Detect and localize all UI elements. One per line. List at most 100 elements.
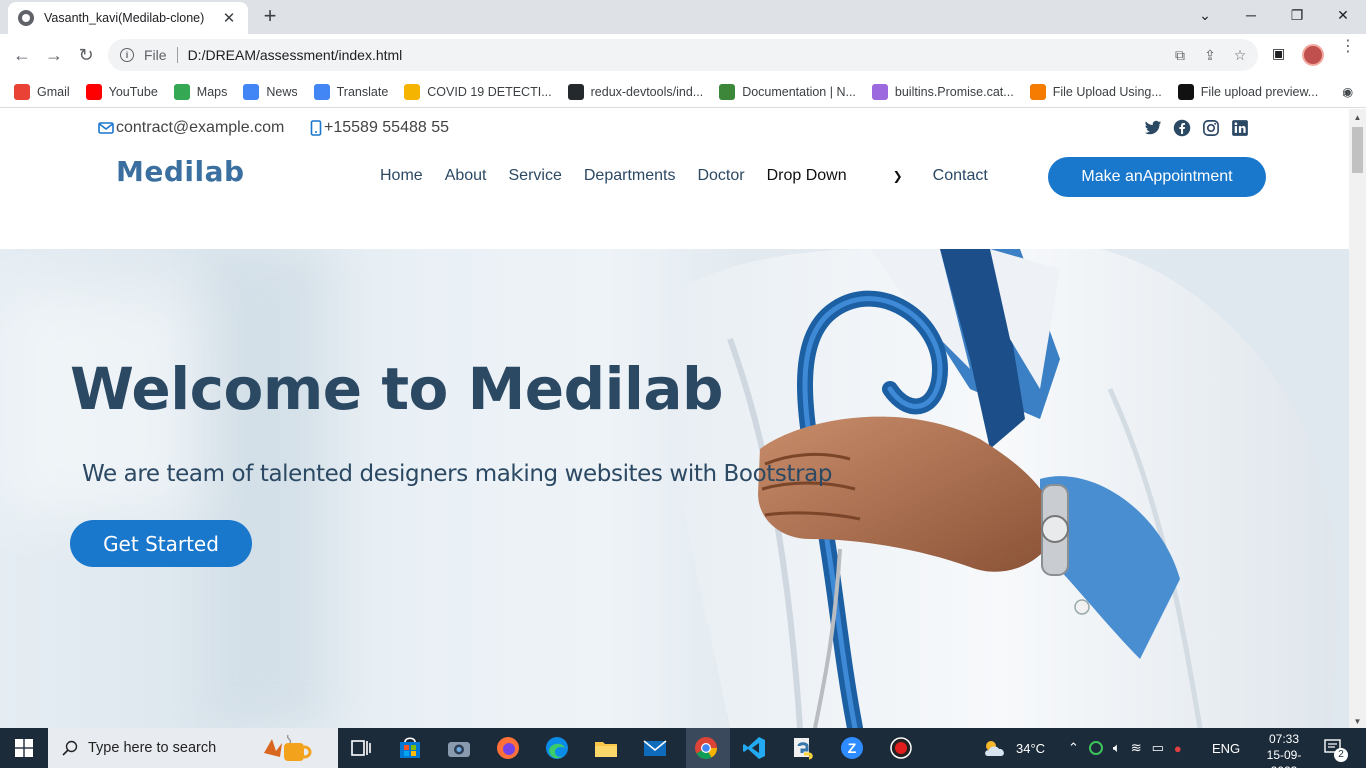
site-logo[interactable]: Medilab [116,155,245,188]
scroll-thumb[interactable] [1352,127,1363,173]
instagram-icon[interactable] [1202,119,1220,137]
notifications-button[interactable]: 2 [1324,728,1348,768]
taskbar-clock[interactable]: 07:33 15-09-2023 [1254,731,1314,768]
hero-section: Welcome to Medilab We are team of talent… [0,249,1349,728]
new-tab-button[interactable]: + [258,5,282,29]
facebook-icon[interactable] [1173,119,1191,137]
chevron-down-icon: ❯ [892,169,903,183]
taskbar-search-box[interactable]: Type here to search [48,728,338,768]
email-text: contract@example.com [116,119,285,136]
address-bar[interactable]: i File D:/DREAM/assessment/index.html ⧉ … [108,39,1258,71]
zoom-icon[interactable]: Z [838,734,866,762]
linkedin-icon[interactable] [1231,119,1249,137]
hero-subtitle: We are team of talented designers making… [82,461,833,487]
bootstrap-b-icon [1029,83,1046,100]
status-ring-icon[interactable] [1088,741,1103,755]
bookmark-star-icon[interactable]: ☆ [1232,47,1248,63]
info-icon[interactable]: i [120,48,134,62]
restore-button[interactable]: ❐ [1274,0,1320,30]
nav-home[interactable]: Home [380,167,423,185]
back-icon[interactable]: ← [10,43,34,67]
bookmark-item[interactable]: Gmail [14,83,70,100]
divider [176,47,178,63]
url-text[interactable]: D:/DREAM/assessment/index.html [188,47,403,63]
scroll-down-arrow-icon[interactable]: ▼ [1353,717,1362,726]
language-indicator[interactable]: ENG [1212,728,1240,768]
onedrive-alert-icon[interactable]: ● [1174,741,1182,756]
minimize-button[interactable]: ─ [1228,0,1274,30]
bookmark-item[interactable]: File Upload Using... [1029,83,1162,100]
browser-tab[interactable]: Vasanth_kavi(Medilab-clone) ✕ [8,2,248,34]
partly-cloudy-icon [985,741,1004,756]
page-scrollbar[interactable]: ▲ ▼ [1349,109,1366,728]
bookmark-label: Translate [336,84,389,99]
vscode-icon[interactable] [740,734,768,762]
share-icon[interactable]: ⇪ [1202,47,1218,63]
nav-dropdown[interactable]: Drop Down ❯ [767,167,903,185]
nav-departments[interactable]: Departments [584,167,676,185]
bookmarks-overflow-icon[interactable]: » [1342,84,1350,100]
windows-logo-icon [15,739,33,757]
chevron-up-icon[interactable]: ⌃ [1068,740,1079,756]
microsoft-store-icon[interactable] [396,734,424,762]
notification-count-badge: 2 [1334,748,1348,762]
nav-doctor[interactable]: Doctor [697,167,744,185]
nav-contact[interactable]: Contact [933,167,988,185]
nav-about[interactable]: About [445,167,487,185]
chrome-icon[interactable] [692,734,720,762]
translate-page-icon[interactable]: ⧉ [1172,47,1188,63]
nav-service[interactable]: Service [509,167,562,185]
file-explorer-icon[interactable] [592,734,620,762]
screen-recorder-icon[interactable] [887,734,915,762]
bookmark-item[interactable]: File upload preview... [1177,83,1318,100]
hero-background-blur [210,249,330,728]
mail-icon[interactable] [641,734,669,762]
menu-kebab-icon[interactable]: ⋮ [1340,39,1356,55]
weather-widget[interactable]: 34°C [982,728,1045,768]
promise-icon [871,83,888,100]
dropdown-label: Drop Down [766,167,847,184]
bookmark-item[interactable]: builtins.Promise.cat... [871,83,1014,100]
contact-topbar: contract@example.com +15589 55488 55 [0,109,1349,147]
reload-icon[interactable]: ↻ [74,43,98,67]
profile-avatar[interactable] [1302,44,1324,66]
github-icon [567,83,584,100]
bookmark-item[interactable]: YouTube [85,83,158,100]
bookmark-item[interactable]: Documentation | N... [719,83,856,100]
side-panel-icon[interactable]: ▣ [1272,45,1285,62]
edge-icon[interactable] [543,734,571,762]
firefox-icon[interactable] [494,734,522,762]
maps-icon [173,83,190,100]
bookmark-label: Maps [196,84,228,99]
bookmark-item[interactable]: News [243,83,298,100]
volume-icon[interactable]: 🔈︎ [1113,740,1121,756]
forward-icon[interactable]: → [42,43,66,67]
bookmark-item[interactable]: COVID 19 DETECTI... [404,83,552,100]
wifi-icon[interactable]: ≋ [1131,740,1142,756]
news-icon [243,83,260,100]
site-header: Medilab Home About Service Departments D… [0,147,1349,249]
battery-icon[interactable]: ▭ [1152,740,1164,756]
close-window-button[interactable]: ✕ [1320,0,1366,30]
task-view-icon[interactable] [348,734,376,762]
scroll-up-arrow-icon[interactable]: ▲ [1353,113,1362,122]
email-contact[interactable]: contract@example.com [98,119,284,137]
get-started-button[interactable]: Get Started [70,520,252,567]
autumn-search-highlight-icon [264,734,312,761]
camera-icon[interactable] [445,734,473,762]
bookmark-item[interactable]: Maps [173,83,228,100]
bookmark-label: File Upload Using... [1052,84,1162,99]
bookmark-item[interactable]: redux-devtools/ind... [567,83,703,100]
phone-contact[interactable]: +15589 55488 55 [310,119,449,137]
bookmark-label: COVID 19 DETECTI... [427,84,552,99]
bookmark-item[interactable]: Translate [313,83,389,100]
close-tab-icon[interactable]: ✕ [220,9,238,27]
twitter-icon[interactable] [1144,119,1162,137]
tab-search-icon[interactable]: ⌄ [1182,0,1228,30]
make-appointment-button[interactable]: Make anAppointment [1048,157,1266,197]
bookmarks-bar: Gmail YouTube Maps News Translate COVID 19 DE… [0,76,1366,108]
search-placeholder: Type here to search [88,740,217,756]
clock-time: 07:33 [1268,732,1300,746]
python-icon[interactable] [789,734,817,762]
windows-start-button[interactable] [0,728,48,768]
